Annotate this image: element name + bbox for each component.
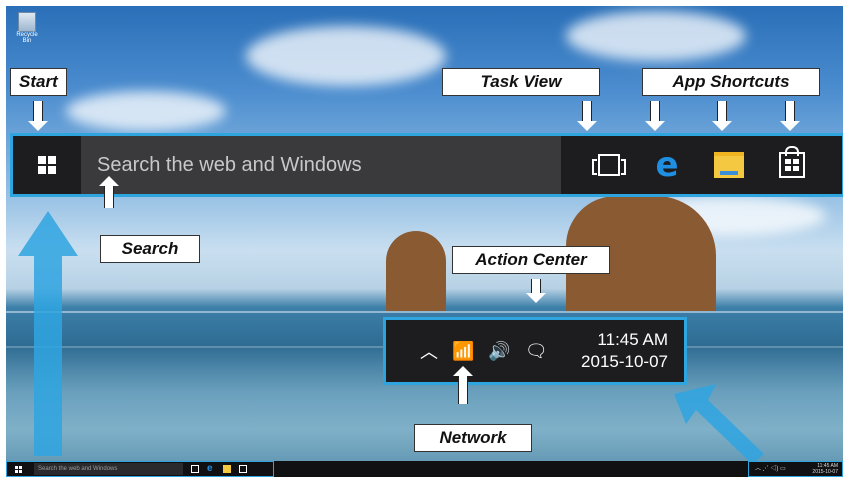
taskbar-actual: Search the web and Windows e ︿ ⋰ ◁) ▭ 11… bbox=[6, 461, 843, 477]
action-center-icon[interactable]: 🗨 bbox=[525, 341, 548, 362]
arrow-up-icon bbox=[453, 366, 473, 404]
clock-time: 11:45 AM bbox=[597, 330, 668, 349]
arrow-down-icon bbox=[645, 101, 665, 131]
trash-icon bbox=[18, 12, 36, 32]
arrow-down-icon bbox=[577, 101, 597, 131]
store-icon[interactable] bbox=[239, 465, 247, 473]
callout-app-shortcuts: App Shortcuts bbox=[642, 68, 820, 96]
recycle-bin-icon[interactable]: Recycle Bin bbox=[14, 12, 40, 44]
arrow-down-icon bbox=[28, 101, 48, 131]
tray-highlight: ︿ ⋰ ◁) ▭ 11:45 AM 2015-10-07 bbox=[748, 461, 843, 477]
diagonal-arrow-icon bbox=[674, 384, 764, 464]
cloud bbox=[66, 91, 226, 131]
taskbar-zoomed: Search the web and Windows e bbox=[10, 133, 843, 197]
volume-icon[interactable]: 🔊 bbox=[488, 341, 510, 362]
file-explorer-icon[interactable] bbox=[713, 152, 744, 178]
clock[interactable]: 11:45 AM 2015-10-07 bbox=[581, 329, 668, 373]
search-box[interactable]: Search the web and Windows bbox=[34, 463, 183, 475]
arrow-down-icon bbox=[780, 101, 800, 131]
callout-start: Start bbox=[10, 68, 67, 96]
edge-icon[interactable]: e bbox=[207, 464, 215, 474]
search-box[interactable]: Search the web and Windows bbox=[81, 136, 561, 194]
callout-network: Network bbox=[414, 424, 532, 452]
windows-logo-icon bbox=[38, 156, 56, 174]
chevron-up-icon[interactable]: ︿ bbox=[420, 338, 438, 364]
desktop-screenshot: Recycle Bin Start Task View App Shortcut… bbox=[6, 6, 843, 477]
mini-clock[interactable]: 11:45 AM 2015-10-07 bbox=[812, 463, 838, 475]
file-explorer-icon[interactable] bbox=[223, 465, 231, 473]
tray-icons[interactable]: ︿ ⋰ ◁) ▭ bbox=[755, 466, 786, 472]
horizon bbox=[6, 311, 843, 313]
callout-search: Search bbox=[100, 235, 200, 263]
arrow-down-icon bbox=[712, 101, 732, 131]
task-view-icon[interactable] bbox=[191, 465, 199, 473]
cloud bbox=[246, 26, 446, 86]
arrow-down-icon bbox=[526, 279, 546, 303]
system-tray-zoomed: ︿ 📶 🔊 🗨 11:45 AM 2015-10-07 bbox=[383, 317, 687, 385]
windows-logo-icon[interactable] bbox=[15, 465, 22, 473]
cloud bbox=[566, 11, 746, 61]
start-button[interactable] bbox=[13, 136, 81, 194]
arrow-up-icon bbox=[99, 176, 119, 208]
big-up-arrow-icon bbox=[18, 211, 78, 456]
network-icon[interactable]: 📶 bbox=[452, 341, 474, 362]
taskbar-app-icons: e bbox=[561, 146, 842, 182]
mini-clock-date: 2015-10-07 bbox=[812, 469, 838, 475]
task-view-icon[interactable] bbox=[592, 154, 627, 176]
search-placeholder: Search the web and Windows bbox=[97, 153, 362, 176]
rock-formation bbox=[386, 231, 446, 311]
callout-task-view: Task View bbox=[442, 68, 600, 96]
taskbar-left-highlight: Search the web and Windows e bbox=[6, 461, 274, 477]
store-icon[interactable] bbox=[778, 146, 805, 178]
edge-icon[interactable]: e bbox=[655, 148, 678, 182]
recycle-bin-label: Recycle Bin bbox=[16, 32, 38, 44]
callout-action-center: Action Center bbox=[452, 246, 610, 274]
clock-date: 2015-10-07 bbox=[581, 352, 668, 371]
